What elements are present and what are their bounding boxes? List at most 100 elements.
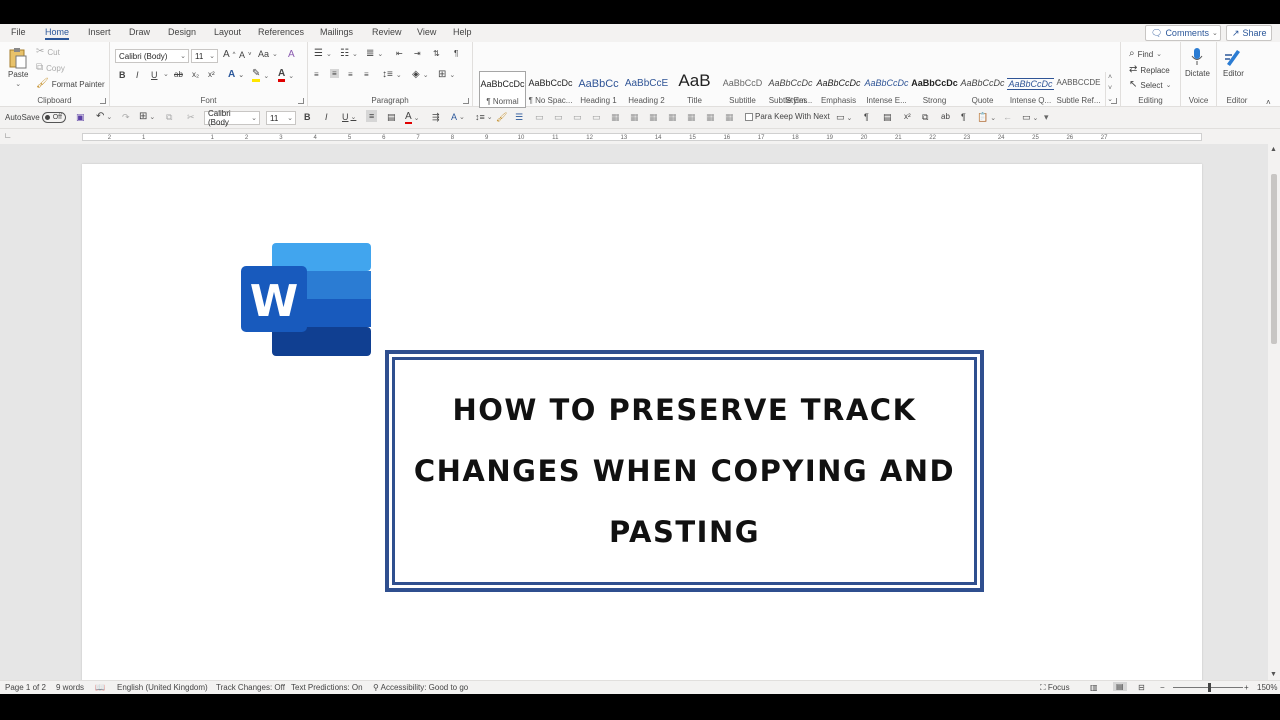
increase-indent-icon[interactable]: ⇥ — [414, 49, 421, 58]
document-canvas[interactable]: W HOW TO PRESERVE TRACK CHANGES WHEN COP… — [0, 144, 1268, 680]
text-predictions-status[interactable]: Text Predictions: On — [291, 683, 363, 692]
qat-font-name-combo[interactable]: Calibri (Body ⌄ — [204, 109, 260, 127]
tab-selector-icon[interactable]: ∟ — [4, 131, 12, 140]
qat-strike-icon[interactable]: ab — [941, 112, 950, 121]
paste-button[interactable]: Paste ⌄ — [8, 47, 28, 88]
page-count[interactable]: Page 1 of 2 — [5, 683, 46, 692]
qat-paragraph-icon[interactable]: ☰ — [515, 112, 523, 123]
line-spacing-button[interactable]: ↕≡ ⌄ — [382, 70, 402, 80]
qat-tool-icon-13[interactable]: ▤ — [883, 112, 892, 123]
multilevel-list-button[interactable]: ≣ ⌄ — [366, 49, 383, 59]
share-button[interactable]: ↗ Share — [1226, 25, 1272, 41]
print-layout-icon[interactable]: ▤ — [1113, 682, 1127, 691]
scrollbar-thumb[interactable] — [1271, 174, 1277, 344]
chevron-down-icon[interactable]: ˅ — [1106, 83, 1114, 94]
zoom-slider-thumb[interactable] — [1208, 683, 1211, 692]
style-item[interactable]: AaBbCcE Heading 2 — [623, 71, 670, 108]
qat-tool-icon-3[interactable]: ▭ — [573, 112, 582, 123]
style-item[interactable]: AABBCCDE Subtle Ref... — [1055, 71, 1102, 108]
undo-button[interactable]: ↶ ⌄ — [96, 112, 112, 122]
pilcrow-icon[interactable]: ¶ — [454, 49, 458, 58]
qat-tool-icon-16[interactable]: ▭ ⌄ — [1022, 112, 1038, 123]
highlight-color-button[interactable]: ✎ ⌄ — [252, 69, 269, 82]
grow-font-icon[interactable]: A ^ — [223, 49, 236, 60]
more-icon[interactable]: ⌄ — [1106, 94, 1114, 105]
chevron-up-icon[interactable]: ˄ — [1106, 72, 1114, 83]
style-item[interactable]: AaBbCcDc ¶ Normal — [479, 71, 526, 108]
borders-button[interactable]: ⊞ ⌄ — [438, 70, 455, 80]
qat-tool-icon-9[interactable]: ▦ — [687, 112, 696, 123]
accessibility-status[interactable]: ⚲ Accessibility: Good to go — [373, 683, 468, 692]
horizontal-ruler[interactable]: ∟ 2 1 1 2 3 4 5 6 7 8 9 10 11 12 13 14 15 16 17 18 19 20 21 22 2… — [0, 130, 1280, 144]
font-name-combo[interactable]: Calibri (Body) ⌄ — [115, 49, 189, 63]
strikethrough-button[interactable]: ab — [174, 70, 183, 79]
tab-view[interactable]: View — [417, 27, 436, 37]
tab-insert[interactable]: Insert — [88, 27, 111, 37]
redo-icon[interactable]: ↷ — [122, 112, 130, 123]
scissors-icon[interactable]: ✂ — [187, 112, 195, 123]
focus-button[interactable]: ⛶ Focus — [1040, 683, 1070, 693]
text-effects-icon[interactable]: A ⌄ — [228, 69, 244, 80]
keep-with-next-checkbox[interactable]: Para Keep With Next — [745, 112, 830, 121]
tab-review[interactable]: Review — [372, 27, 402, 37]
copy-button[interactable]: ⧉ Copy — [36, 63, 65, 73]
qat-customize-icon[interactable]: ▾ — [1044, 112, 1049, 123]
style-item[interactable]: AaBbCcDc Subtle Em... — [767, 71, 814, 108]
chevron-down-icon[interactable]: ⌄ — [163, 70, 169, 78]
qat-pilcrow-icon[interactable]: ¶ — [864, 112, 869, 122]
track-changes-status[interactable]: Track Changes: Off — [216, 683, 285, 692]
format-painter-button[interactable]: 🖌 Format Painter — [36, 79, 105, 89]
language-status[interactable]: English (United Kingdom) — [117, 683, 208, 692]
qat-justify-icon[interactable]: ▤ — [387, 112, 396, 123]
align-center-icon[interactable]: ≡ — [330, 69, 339, 78]
scroll-up-icon[interactable]: ▲ — [1270, 146, 1277, 153]
qat-tool-icon-8[interactable]: ▦ — [668, 112, 677, 123]
qat-tool-icon-10[interactable]: ▦ — [706, 112, 715, 123]
qat-tool-icon-5[interactable]: ▦ — [611, 112, 620, 123]
font-size-combo[interactable]: 11 ⌄ — [191, 49, 218, 63]
comments-button[interactable]: 🗨 Comments ⌄ — [1145, 25, 1221, 41]
style-item[interactable]: AaBbCcDc Emphasis — [815, 71, 862, 108]
autosave-toggle[interactable]: AutoSave Off — [5, 112, 66, 123]
bold-button[interactable]: B — [119, 70, 126, 80]
style-item[interactable]: AaBbCc Heading 1 — [575, 71, 622, 108]
tab-draw[interactable]: Draw — [129, 27, 150, 37]
tab-mailings[interactable]: Mailings — [320, 27, 353, 37]
shading-button[interactable]: ◈ ⌄ — [412, 70, 429, 80]
justify-icon[interactable]: ≡ — [364, 70, 369, 79]
underline-button[interactable]: U — [151, 70, 158, 80]
decrease-indent-icon[interactable]: ⇤ — [396, 49, 403, 58]
style-item[interactable]: AaBbCcDc ¶ No Spac... — [527, 71, 574, 108]
style-item[interactable]: AaBbCcDc Strong — [911, 71, 958, 108]
vertical-scrollbar[interactable]: ▲ ▼ — [1268, 144, 1280, 680]
font-launcher-icon[interactable] — [298, 98, 304, 104]
styles-gallery-scroll[interactable]: ˄ ˅ ⌄ — [1105, 72, 1114, 107]
cut-button[interactable]: ✂ Cut — [36, 47, 60, 57]
qat-tool-icon-2[interactable]: ▭ — [554, 112, 563, 123]
style-item[interactable]: AaBbCcD Subtitle — [719, 71, 766, 108]
collapse-ribbon-icon[interactable]: ˄ — [1266, 98, 1271, 107]
qat-tool-icon-11[interactable]: ▦ — [725, 112, 734, 123]
qat-wrap-icon[interactable]: ⇶ — [432, 112, 440, 123]
qat-line-spacing-button[interactable]: ↕≡ ⌄ — [475, 112, 493, 122]
style-item[interactable]: AaB Title — [671, 71, 718, 108]
qat-tool-icon-6[interactable]: ▦ — [630, 112, 639, 123]
qat-bold-button[interactable]: B — [304, 112, 311, 122]
word-count[interactable]: 9 words — [56, 683, 84, 692]
zoom-in-icon[interactable]: + — [1244, 683, 1249, 692]
qat-styles-icon[interactable]: A ⌄ — [451, 112, 465, 122]
editor-button[interactable]: Editor — [1223, 47, 1244, 78]
style-item[interactable]: AaBbCcDc Intense Q... — [1007, 71, 1054, 108]
dictate-button[interactable]: Dictate — [1185, 47, 1210, 78]
autosave-switch[interactable]: Off — [41, 112, 66, 123]
scroll-down-icon[interactable]: ▼ — [1270, 671, 1277, 678]
shrink-font-icon[interactable]: A ˅ — [239, 50, 252, 60]
table-button[interactable]: ⊞ ⌄ — [139, 112, 155, 122]
subscript-button[interactable]: x₂ — [192, 70, 199, 79]
font-color-button[interactable]: A ⌄ — [278, 69, 294, 82]
style-item[interactable]: AaBbCcDc Intense E... — [863, 71, 910, 108]
tab-help[interactable]: Help — [453, 27, 472, 37]
replace-button[interactable]: ⇄ Replace — [1129, 65, 1170, 75]
style-item[interactable]: AaBbCcDc Quote — [959, 71, 1006, 108]
superscript-button[interactable]: x² — [208, 70, 215, 79]
